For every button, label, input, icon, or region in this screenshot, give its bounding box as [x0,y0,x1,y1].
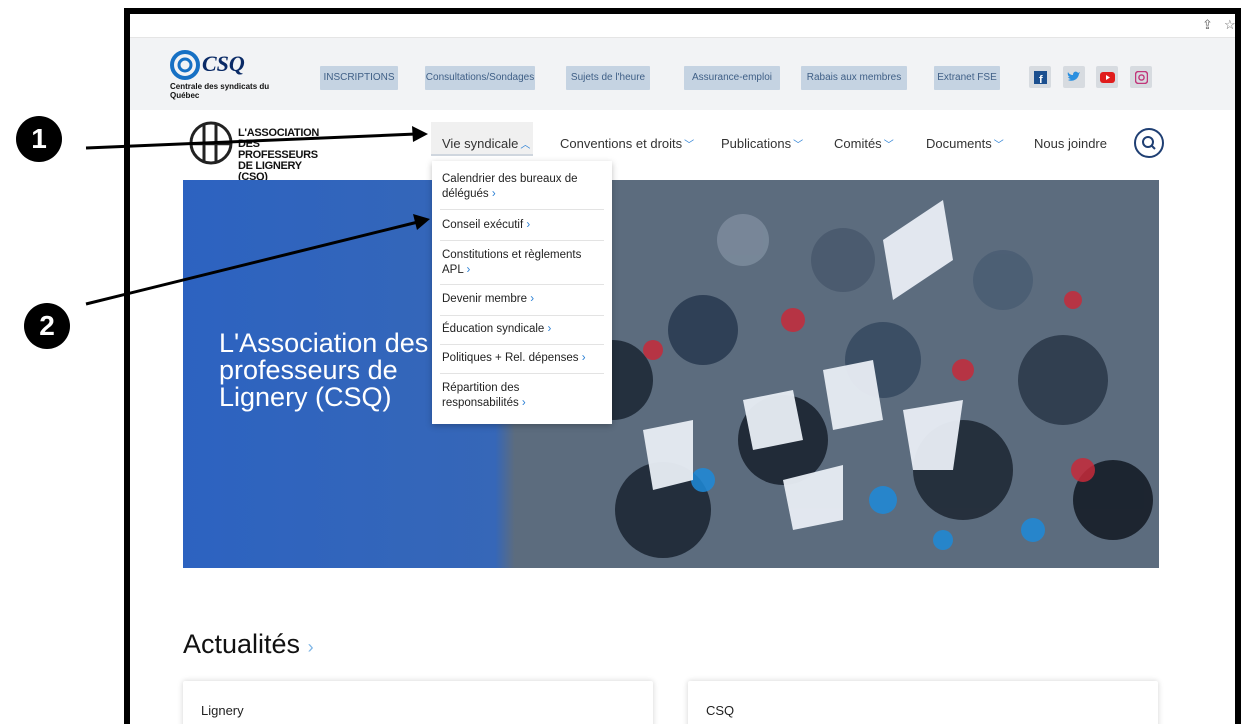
dropdown-divider [440,373,604,374]
main-navigation: L'ASSOCIATION DES PROFESSEURS DE LIGNERY… [130,110,1235,183]
dropdown-item-politiques[interactable]: Politiques + Rel. dépenses › [432,351,612,366]
chevron-right-icon: › [521,397,526,409]
csq-topbar: CSQ Centrale des syndicats du Québec INS… [130,38,1235,110]
news-card-label: Lignery [201,703,244,718]
search-icon [1142,136,1156,150]
csq-logo[interactable]: CSQ Centrale des syndicats du Québec [170,50,280,100]
bookmark-star-icon[interactable]: ☆ [1224,17,1235,33]
dropdown-item-education-syndicale[interactable]: Éducation syndicale › [432,322,612,337]
toplink-extranet[interactable]: Extranet FSE [934,66,1000,90]
nav-item-publications[interactable]: Publications ﹀ [721,136,803,151]
svg-text:f: f [1039,74,1043,84]
chevron-right-icon: › [526,219,531,231]
chevron-down-icon: ﹀ [883,140,894,151]
instagram-icon[interactable] [1130,66,1152,88]
nav-item-comites[interactable]: Comités ﹀ [834,136,894,151]
news-card-label: CSQ [706,703,735,718]
vie-syndicale-dropdown: Calendrier des bureaux de délégués › Con… [432,161,612,424]
chevron-down-icon: ﹀ [993,140,1004,151]
chevron-right-icon: › [581,352,586,364]
chevron-down-icon: ﹀ [684,140,695,151]
dropdown-item-calendrier[interactable]: Calendrier des bureaux de délégués › [432,172,612,202]
dropdown-item-label: Répartition des responsabilités [442,382,520,409]
dropdown-divider [440,344,604,345]
youtube-icon[interactable] [1096,66,1118,88]
toplink-assurance-emploi[interactable]: Assurance-emploi [684,66,780,90]
hero-banner: L'Association des professeurs de Lignery… [183,180,1159,568]
nav-item-conventions[interactable]: Conventions et droits ﹀ [560,136,694,151]
toplink-sujets[interactable]: Sujets de l'heure [566,66,650,90]
dropdown-item-label: Éducation syndicale [442,323,545,335]
dropdown-divider [440,209,604,210]
twitter-icon[interactable] [1063,66,1085,88]
chevron-right-icon: › [307,637,314,657]
csq-subtitle: Centrale des syndicats du Québec [170,82,270,100]
annotation-badge-1: 1 [16,116,62,162]
toplink-consultations[interactable]: Consultations/Sondages [425,66,535,90]
toplink-rabais[interactable]: Rabais aux membres [801,66,907,90]
apl-logo-line-2: DES PROFESSEURS [238,138,318,161]
annotation-badge-2: 2 [24,303,70,349]
dropdown-divider [440,315,604,316]
dropdown-item-label: Devenir membre [442,293,527,305]
toplink-inscriptions[interactable]: INSCRIPTIONS [320,66,398,90]
chevron-right-icon: › [466,264,471,276]
news-card-lignery[interactable]: Lignery [183,681,653,724]
news-card-csq[interactable]: CSQ [688,681,1158,724]
chevron-right-icon: › [547,323,552,335]
dropdown-divider [440,240,604,241]
nav-item-documents[interactable]: Documents ﹀ [926,136,1004,151]
dropdown-item-repartition[interactable]: Répartition des responsabilités › [432,381,582,411]
nav-item-label: Documents [926,136,992,151]
nav-item-label: Publications [721,136,792,151]
screenshot-stage: ⇪ ☆ CSQ Centrale des syndicats du Québec… [0,0,1245,726]
csq-wordmark: CSQ [202,51,245,76]
dropdown-item-label: Politiques + Rel. dépenses [442,352,579,364]
nav-item-label: Vie syndicale [442,136,519,151]
nav-item-nous-joindre[interactable]: Nous joindre [1034,136,1107,151]
search-button[interactable] [1134,128,1164,158]
dropdown-item-conseil-executif[interactable]: Conseil exécutif › [432,218,612,233]
browser-window: ⇪ ☆ CSQ Centrale des syndicats du Québec… [124,8,1241,724]
apl-logo[interactable]: L'ASSOCIATION DES PROFESSEURS DE LIGNERY… [188,120,328,183]
csq-swirl-icon [170,50,200,80]
chevron-down-icon: ﹀ [793,140,804,151]
browser-toolbar: ⇪ ☆ [130,14,1235,38]
nav-item-label: Comités [834,136,882,151]
dropdown-item-label: Conseil exécutif [442,219,524,231]
nav-item-vie-syndicale[interactable]: Vie syndicale ︿ [442,136,530,151]
share-icon[interactable]: ⇪ [1202,17,1213,33]
dropdown-item-label: Constitutions et règlements APL [442,249,582,276]
chevron-up-icon: ︿ [520,140,531,151]
chevron-right-icon: › [491,188,496,200]
dropdown-divider [440,284,604,285]
apl-monogram-icon [189,121,233,165]
facebook-icon[interactable]: f [1029,66,1051,88]
chevron-right-icon: › [530,293,535,305]
dropdown-item-devenir-membre[interactable]: Devenir membre › [432,292,612,307]
apl-logo-text: L'ASSOCIATION DES PROFESSEURS DE LIGNERY… [238,128,328,183]
news-title-label: Actualités [183,629,301,659]
nav-item-label: Nous joindre [1034,136,1107,151]
dropdown-item-label: Calendrier des bureaux de délégués [442,173,578,200]
news-section-title[interactable]: Actualités › [183,629,314,660]
nav-item-label: Conventions et droits [560,136,683,151]
dropdown-item-constitutions[interactable]: Constitutions et règlements APL › [432,248,612,278]
